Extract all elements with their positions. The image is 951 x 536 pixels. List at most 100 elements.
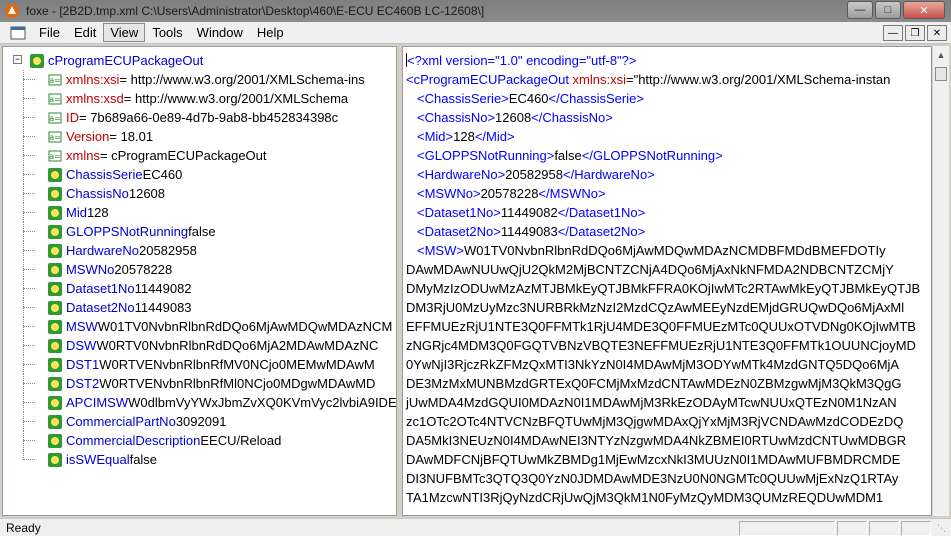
- tree-guide-line: [23, 212, 35, 213]
- tree-root-label: cProgramECUPackageOut: [48, 53, 204, 68]
- resize-grip-icon[interactable]: ⋱: [937, 523, 949, 535]
- tree-node-name: ID: [66, 110, 79, 125]
- tree-attribute-node[interactable]: a= xmlns:xsd = http://www.w3.org/2001/XML…: [3, 89, 396, 108]
- xml-close-tag: </Dataset1No>: [557, 205, 646, 220]
- attribute-node-icon: a=: [48, 150, 62, 161]
- menu-view[interactable]: View: [103, 23, 146, 42]
- maximize-icon[interactable]: □: [875, 1, 901, 19]
- tree-node-name: ChassisNo: [66, 186, 129, 201]
- mdi-minimize-icon[interactable]: —: [883, 25, 903, 41]
- tree-element-node[interactable]: APCIMSW W0dlbmVyYWxJbmZvXQ0KVmVyc2lvbiA9…: [3, 393, 396, 412]
- tree-node-value: 11449082: [134, 281, 192, 296]
- xml-data-line: DMyMzIzODUwMzAzMTJBMkEyQTJBMkFFRA0KOjIwM…: [406, 281, 921, 296]
- xml-text-value: 20578228: [480, 186, 539, 201]
- tree-node-value: = 18.01: [109, 129, 154, 144]
- status-cell: [739, 521, 835, 536]
- tree-element-node[interactable]: Mid 128: [3, 203, 396, 222]
- tree-element-node[interactable]: DST1 W0RTVENvbnRlbnRfMV0NCjo0MEMwMDAwM: [3, 355, 396, 374]
- xml-root-attr-value: ="http://www.w3.org/2001/XMLSchema-insta…: [626, 72, 891, 87]
- xml-text-value: 11449082: [500, 205, 558, 220]
- xml-data-line: DAwMDAwNUUwQjU2QkM2MjBCNTZCNjA4DQo6MjAxN…: [406, 262, 894, 277]
- foxe-app-icon: [5, 4, 19, 18]
- tree-node-name: Dataset2No: [66, 300, 135, 315]
- tree-element-node[interactable]: CommercialPartNo 3092091: [3, 412, 396, 431]
- xml-data-line: zc1OTc2OTc4NTVCNzBFQTUwMjM3QjgwMDAxQjYxM…: [406, 414, 904, 429]
- tree-node-name: ChassisSerie: [66, 167, 143, 182]
- xml-open-tag: <GLOPPSNotRunning>: [417, 148, 555, 163]
- xml-open-tag: <MSW>: [417, 243, 464, 258]
- tree-element-node[interactable]: ChassisSerie EC460: [3, 165, 396, 184]
- xml-text-value: 12608: [495, 110, 532, 125]
- xml-element-line: <ChassisSerie>EC460</ChassisSerie>: [406, 89, 920, 108]
- xml-element-line: <GLOPPSNotRunning>false</GLOPPSNotRunnin…: [406, 146, 920, 165]
- xml-data-line: EFFMUEzRjU1NTE3Q0FFMTk1RjU4MDE3Q0FFMUEzM…: [406, 319, 916, 334]
- element-node-icon: [48, 433, 62, 448]
- xml-data-line: DE3MzMxMUNBMzdGRTExQ0FCMjMxMzdCNTAwMDEzN…: [406, 376, 902, 391]
- close-icon[interactable]: ✕: [903, 1, 945, 19]
- element-node-icon: [48, 357, 62, 372]
- tree-node-value: = http://www.w3.org/2001/XMLSchema-ins: [119, 72, 365, 87]
- scroll-thumb[interactable]: [935, 67, 947, 81]
- xml-open-tag: <Dataset2No>: [417, 224, 501, 239]
- vertical-scrollbar[interactable]: ▲: [932, 46, 949, 516]
- xml-tree-view[interactable]: − cProgramECUPackageOut a= xmlns:xsi = ht…: [2, 46, 397, 516]
- menu-edit[interactable]: Edit: [67, 23, 103, 42]
- menu-file[interactable]: File: [32, 23, 67, 42]
- tree-node-name: DST2: [66, 376, 100, 391]
- tree-node-value: 3092091: [175, 414, 227, 429]
- menu-help[interactable]: Help: [250, 23, 291, 42]
- tree-element-node[interactable]: HardwareNo 20582958: [3, 241, 396, 260]
- tree-attribute-node[interactable]: a= xmlns:xsi = http://www.w3.org/2001/XML…: [3, 70, 396, 89]
- xml-data-line: zNGRjc4MDM3Q0FGQTVBNzVBQTE3NEFFMUEzRjU1N…: [406, 338, 916, 353]
- collapse-icon[interactable]: −: [13, 55, 22, 64]
- tree-node-name: DSW: [66, 338, 97, 353]
- tree-root-node[interactable]: − cProgramECUPackageOut: [3, 51, 396, 70]
- tree-attribute-node[interactable]: a= ID = 7b689a66-0e89-4d7b-9ab8-bb4528343…: [3, 108, 396, 127]
- tree-attribute-node[interactable]: a= Version = 18.01: [3, 127, 396, 146]
- tree-element-node[interactable]: DSW W0RTV0NvbnRlbnRdDQo6MjA2MDAwMDAzNC: [3, 336, 396, 355]
- menu-window[interactable]: Window: [190, 23, 250, 42]
- document-icon[interactable]: [10, 26, 26, 40]
- tree-node-value: EECU/Reload: [200, 433, 282, 448]
- tree-element-node[interactable]: GLOPPSNotRunning false: [3, 222, 396, 241]
- menu-bar: File Edit View Tools Window Help — ❐ ✕: [0, 22, 951, 44]
- tree-element-node[interactable]: CommercialDescription EECU/Reload: [3, 431, 396, 450]
- tree-node-value: = http://www.w3.org/2001/XMLSchema: [123, 91, 349, 106]
- tree-guide-line: [23, 193, 35, 194]
- scroll-up-icon[interactable]: ▲: [934, 48, 949, 63]
- element-node-icon: [30, 53, 44, 68]
- xml-declaration-line: <?xml version="1.0" encoding="utf-8"?>: [406, 51, 920, 70]
- tree-guide-line: [23, 250, 35, 251]
- element-node-icon: [48, 300, 62, 315]
- attribute-node-icon: a=: [48, 112, 62, 123]
- tree-element-node[interactable]: MSW W01TV0NvbnRlbnRdDQo6MjAwMDQwMDAzNCM: [3, 317, 396, 336]
- xml-source-view[interactable]: <?xml version="1.0" encoding="utf-8"?> <…: [402, 46, 932, 516]
- xml-declaration: <?xml version="1.0" encoding="utf-8"?>: [407, 53, 637, 68]
- tree-element-node[interactable]: Dataset1No 11449082: [3, 279, 396, 298]
- svg-text:a=: a=: [49, 114, 61, 123]
- xml-root-open-tag: <cProgramECUPackageOut: [406, 72, 569, 87]
- attribute-node-icon: a=: [48, 74, 62, 85]
- mdi-close-icon[interactable]: ✕: [927, 25, 947, 41]
- element-node-icon: [48, 243, 62, 258]
- mdi-restore-icon[interactable]: ❐: [905, 25, 925, 41]
- tree-element-node[interactable]: MSWNo 20578228: [3, 260, 396, 279]
- xml-text-value: 128: [453, 129, 475, 144]
- title-bar[interactable]: foxe - [2B2D.tmp.xml C:\Users\Administra…: [0, 0, 951, 22]
- tree-node-name: Version: [66, 129, 110, 144]
- tree-attribute-node[interactable]: a= xmlns = cProgramECUPackageOut: [3, 146, 396, 165]
- tree-element-node[interactable]: DST2 W0RTVENvbnRlbnRfMl0NCjo0MDgwMDAwMD: [3, 374, 396, 393]
- xml-close-tag: </ChassisNo>: [531, 110, 613, 125]
- svg-text:a=: a=: [49, 152, 61, 161]
- tree-element-node[interactable]: ChassisNo 12608: [3, 184, 396, 203]
- tree-guide-line: [23, 402, 35, 403]
- xml-open-tag: <Dataset1No>: [417, 205, 501, 220]
- element-node-icon: [48, 395, 62, 410]
- tree-element-node[interactable]: Dataset2No 11449083: [3, 298, 396, 317]
- xml-data-line: DA5MkI3NEUzN0I4MDAwNEI3NTYzNzgwMDA4NkZBM…: [406, 433, 907, 448]
- tree-node-name: xmlns:xsi: [66, 72, 120, 87]
- element-node-icon: [48, 452, 62, 467]
- tree-element-node[interactable]: isSWEqual false: [3, 450, 396, 469]
- minimize-icon[interactable]: —: [847, 1, 873, 19]
- menu-tools[interactable]: Tools: [145, 23, 189, 42]
